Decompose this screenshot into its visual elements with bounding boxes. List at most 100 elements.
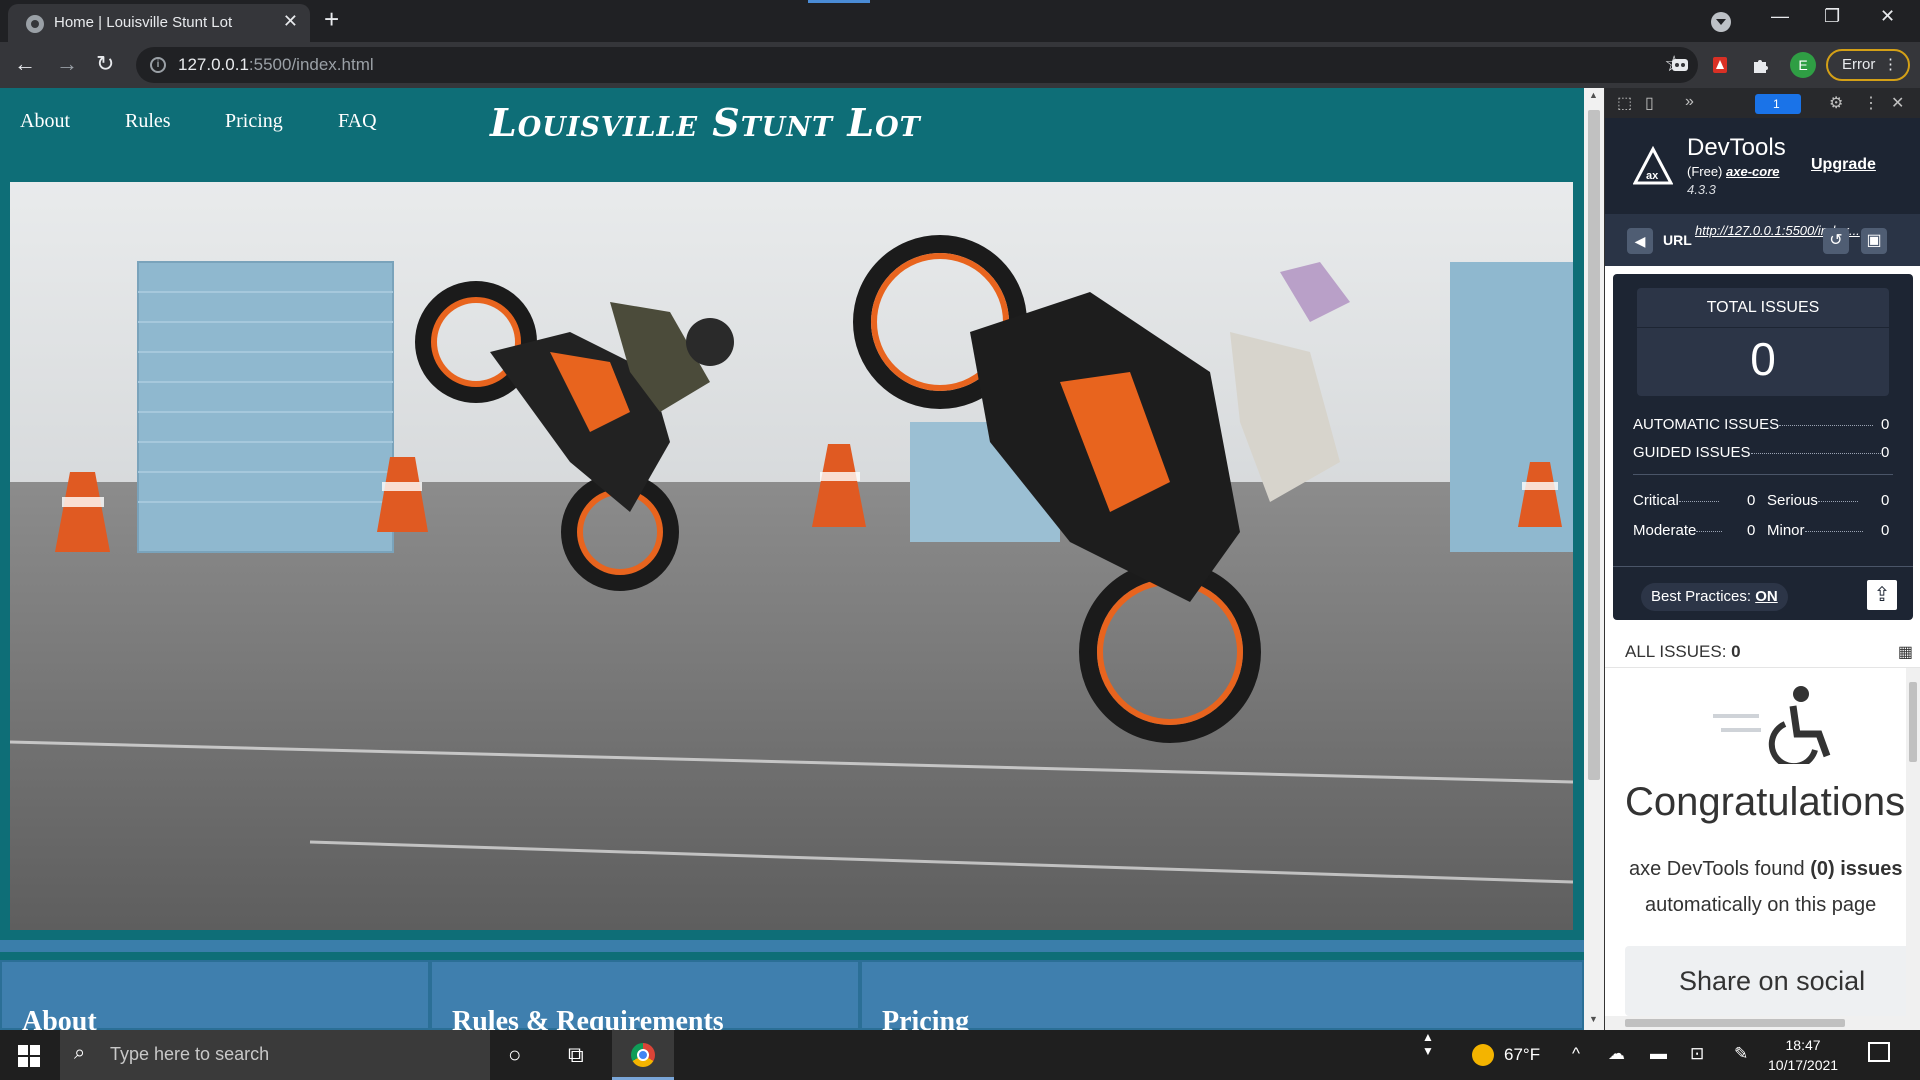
guided-issues-row[interactable]: GUIDED ISSUES [1633, 444, 1881, 461]
time: 18:47 [1785, 1037, 1821, 1053]
error-label: Error [1842, 56, 1876, 73]
pricing-card-heading: Pricing [882, 1006, 970, 1030]
page-scrollbar[interactable]: ▲ ▼ [1584, 88, 1604, 1030]
cortana-icon[interactable]: ○ [508, 1042, 521, 1068]
critical-row[interactable]: Critical [1633, 492, 1719, 509]
chrome-taskbar-button[interactable] [612, 1030, 674, 1080]
error-button[interactable]: Error ⋮ [1826, 49, 1910, 81]
critical-label: Critical [1633, 492, 1679, 509]
minor-label: Minor [1767, 522, 1805, 539]
notification-center-icon[interactable] [1868, 1042, 1890, 1062]
found-message-line2: automatically on this page [1645, 894, 1877, 916]
extensions-puzzle-icon[interactable] [1750, 55, 1770, 75]
url-label: URL [1663, 232, 1692, 248]
site-info-icon[interactable]: i [150, 57, 166, 73]
pdf-extension-icon[interactable] [1710, 55, 1730, 75]
reload-button[interactable]: ↻ [96, 50, 114, 78]
scroll-down-arrow-icon[interactable]: ▼ [1589, 1014, 1598, 1024]
found-message: axe DevTools found (0) issues [1629, 858, 1903, 881]
windows-taskbar: ⌕ Type here to search ○ ⧉ ▲ ▼ 67°F ^ ☁ ▬ … [0, 1030, 1920, 1080]
tab-strip-indicator [808, 0, 870, 3]
page-scrollbar-thumb[interactable] [1588, 110, 1600, 780]
nav-link-pricing[interactable]: Pricing [225, 110, 283, 133]
save-icon[interactable]: ▣ [1861, 228, 1887, 254]
export-icon[interactable]: ⇪ [1867, 580, 1897, 610]
all-issues-header: ALL ISSUES: 0 ▦ [1605, 634, 1920, 668]
guided-issues-count: 0 [1881, 444, 1890, 461]
found-suffix: issues [1840, 858, 1903, 880]
devtools-menu-icon[interactable]: ⋮ [1863, 93, 1879, 113]
clock[interactable]: 18:47 10/17/2021 [1768, 1035, 1838, 1075]
nav-link-rules[interactable]: Rules [125, 110, 171, 133]
minor-row[interactable]: Minor [1767, 522, 1863, 539]
temperature[interactable]: 67°F [1504, 1045, 1540, 1065]
taskbar-search[interactable]: ⌕ Type here to search [60, 1030, 490, 1080]
pricing-card: Pricing [860, 960, 1584, 1030]
settings-gear-icon[interactable]: ⚙ [1829, 93, 1843, 113]
best-practices-label: Best Practices: [1651, 588, 1752, 605]
globe-icon [26, 15, 44, 33]
forward-button[interactable]: → [56, 50, 78, 78]
windows-start-icon[interactable] [18, 1045, 40, 1067]
browser-tab-strip: Home | Louisville Stunt Lot ✕ + — ❐ ✕ [0, 0, 1920, 42]
automatic-issues-count: 0 [1881, 416, 1890, 433]
devtools-scrollbar[interactable] [1906, 668, 1920, 1018]
scroll-up-arrow-icon[interactable]: ▲ [1589, 90, 1598, 100]
critical-count: 0 [1747, 492, 1756, 509]
minimize-button[interactable]: — [1771, 6, 1789, 27]
scanned-url-link[interactable]: http://127.0.0.1:5500/index... [1695, 222, 1860, 239]
summary-divider [1613, 566, 1913, 567]
inspect-element-icon[interactable]: ⬚ [1617, 93, 1632, 113]
axe-back-icon[interactable]: ◀ [1627, 228, 1653, 254]
tab-title: Home | Louisville Stunt Lot [54, 14, 233, 31]
new-tab-button[interactable]: + [324, 6, 339, 32]
tab-search-button[interactable] [1711, 12, 1731, 32]
about-card: About [0, 960, 430, 1030]
devtools-scrollbar-thumb[interactable] [1909, 682, 1917, 762]
upgrade-link[interactable]: Upgrade [1811, 156, 1876, 174]
url-text[interactable]: 127.0.0.1:5500/index.html [178, 55, 374, 75]
share-label: Share on social [1679, 966, 1866, 996]
issues-badge[interactable]: 1 [1755, 94, 1801, 114]
battery-icon[interactable]: ▬ [1650, 1044, 1667, 1064]
rules-card-heading: Rules & Requirements [452, 1006, 724, 1030]
device-toolbar-icon[interactable]: ▯ [1645, 93, 1654, 113]
nav-link-about[interactable]: About [20, 110, 70, 133]
address-bar[interactable]: i 127.0.0.1:5500/index.html ☆ [136, 47, 1698, 83]
moderate-row[interactable]: Moderate [1633, 522, 1723, 539]
axe-logo-icon: ax [1633, 146, 1673, 185]
network-icon[interactable]: ⊡ [1690, 1044, 1704, 1064]
profile-avatar[interactable]: E [1790, 52, 1816, 78]
nav-link-faq[interactable]: FAQ [338, 110, 377, 133]
site-title[interactable]: Louisville Stunt Lot [490, 100, 921, 145]
url-host: 127.0.0.1 [178, 55, 249, 74]
share-on-social-button[interactable]: Share on social [1625, 946, 1915, 1016]
leader-dots [1779, 425, 1874, 426]
weather-sun-icon[interactable] [1472, 1044, 1494, 1066]
axe-core-link[interactable]: axe-core [1726, 164, 1779, 179]
close-devtools-icon[interactable]: ✕ [1891, 93, 1904, 113]
axe-url-bar: ◀ URL http://127.0.0.1:5500/index... ↺ ▣ [1605, 214, 1920, 266]
back-button[interactable]: ← [14, 50, 36, 78]
more-tabs-icon[interactable]: » [1685, 93, 1694, 111]
best-practices-toggle[interactable]: Best Practices: ON [1641, 583, 1788, 611]
serious-row[interactable]: Serious [1767, 492, 1858, 509]
restore-button[interactable]: ❐ [1824, 6, 1840, 27]
grid-view-icon[interactable]: ▦ [1898, 642, 1913, 662]
rescan-icon[interactable]: ↺ [1823, 228, 1849, 254]
taskbar-scroll-arrows-icon[interactable]: ▲ ▼ [1418, 1030, 1438, 1080]
onedrive-icon[interactable]: ☁ [1608, 1044, 1625, 1064]
pen-icon[interactable]: ✎ [1734, 1044, 1748, 1064]
task-view-icon[interactable]: ⧉ [568, 1042, 584, 1068]
devtools-horizontal-scrollbar[interactable] [1605, 1016, 1920, 1030]
close-tab-icon[interactable]: ✕ [283, 11, 298, 32]
devtools-horizontal-scrollbar-thumb[interactable] [1625, 1019, 1845, 1027]
browser-tab[interactable]: Home | Louisville Stunt Lot ✕ [8, 4, 310, 42]
close-window-button[interactable]: ✕ [1880, 6, 1895, 27]
site-navigation: About Rules Pricing FAQ Louisville Stunt… [0, 88, 1584, 182]
leader-dots [1678, 501, 1719, 502]
extension-mask-icon[interactable] [1670, 55, 1690, 75]
found-count: (0) [1810, 858, 1835, 880]
show-hidden-icons-chevron-icon[interactable]: ^ [1572, 1044, 1580, 1064]
automatic-issues-row[interactable]: AUTOMATIC ISSUES [1633, 416, 1874, 433]
